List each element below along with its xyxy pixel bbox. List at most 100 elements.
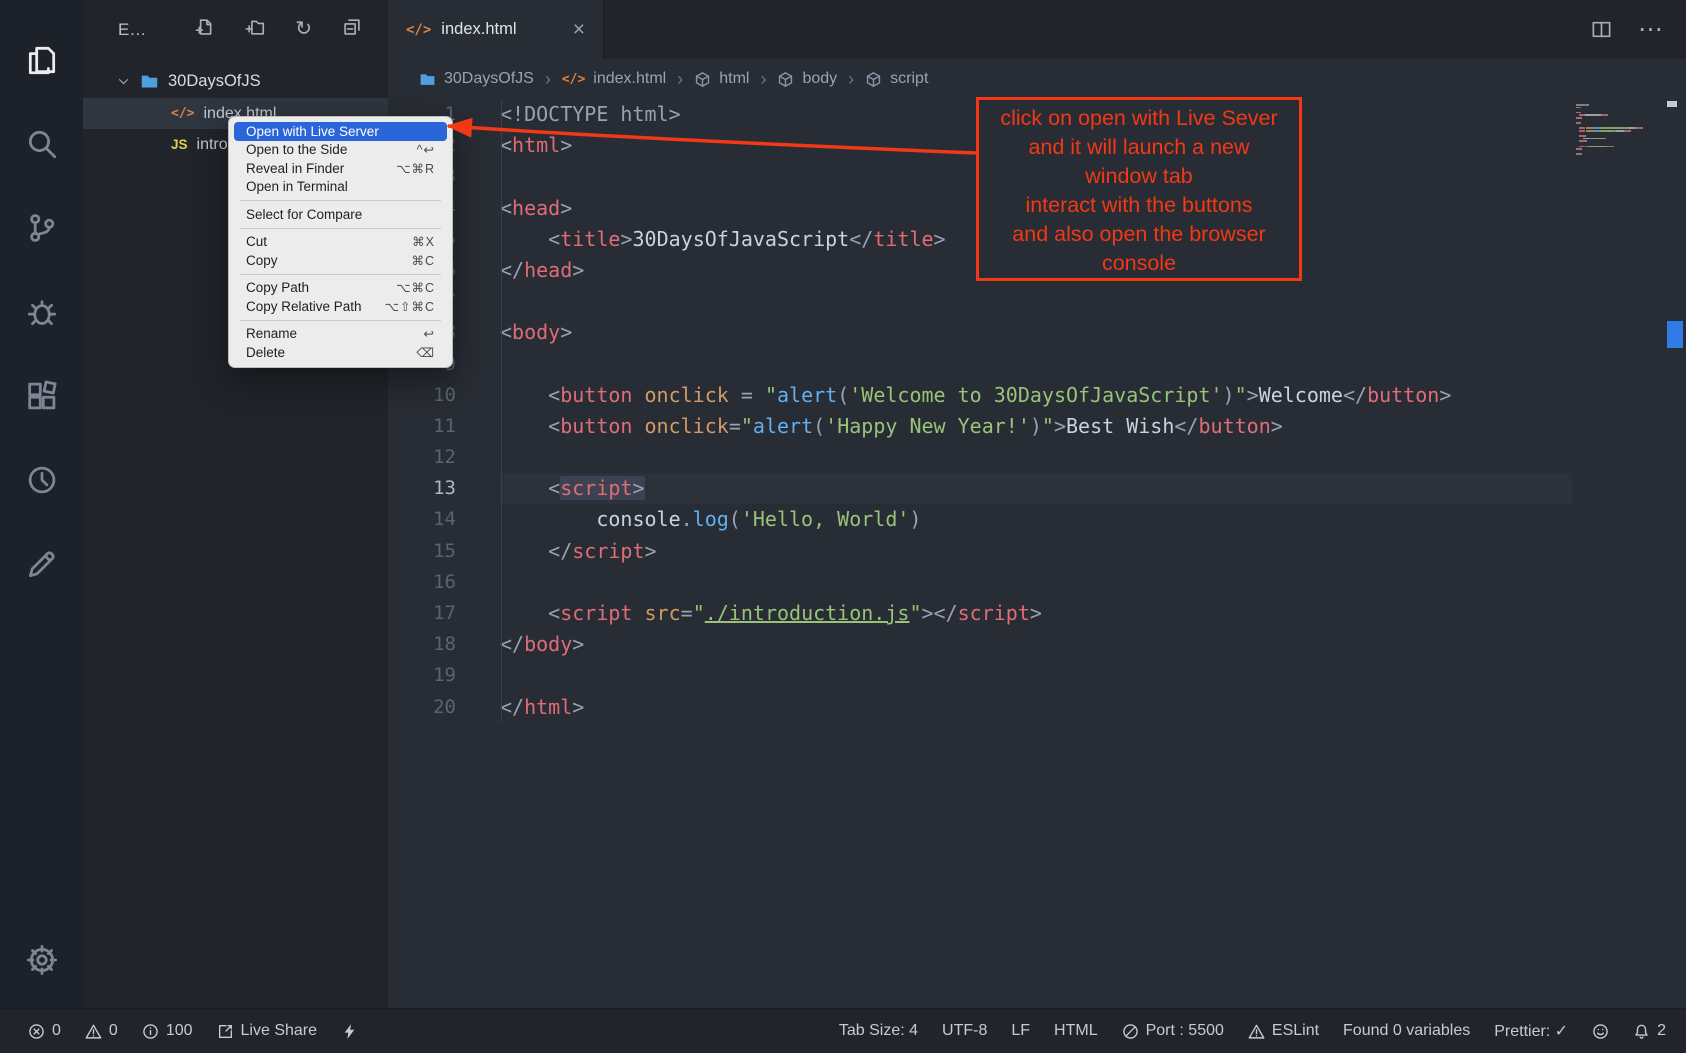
annotation-text-line: click on open with Live Sever (979, 104, 1299, 133)
activity-item-run-debug[interactable] (0, 270, 83, 354)
tab-close-icon[interactable]: × (573, 18, 585, 42)
status-warnings[interactable]: 0 (73, 1009, 130, 1053)
menu-item-reveal-in-finder[interactable]: Reveal in Finder ⌥⌘R (234, 159, 447, 178)
split-editor-icon[interactable] (1591, 19, 1612, 40)
status-tab-size[interactable]: Tab Size: 4 (827, 1009, 930, 1053)
new-file-button[interactable] (195, 17, 215, 43)
overview-top-marker (1667, 101, 1677, 107)
status-label: UTF-8 (942, 1022, 987, 1040)
status-eol[interactable]: LF (999, 1009, 1042, 1053)
menu-item-cut[interactable]: Cut⌘X (234, 233, 447, 252)
status-language-mode[interactable]: HTML (1042, 1009, 1110, 1053)
tab-index-html[interactable]: </>index.html× (388, 0, 604, 59)
menu-item-open-to-the-side[interactable]: Open to the Side^↩ (234, 141, 447, 160)
menu-item-open-in-terminal[interactable]: Open in Terminal (234, 178, 447, 197)
code-line-19[interactable]: 19 (388, 660, 1686, 691)
breadcrumb-separator: › (534, 69, 562, 90)
menu-item-copy[interactable]: Copy⌘C (234, 251, 447, 270)
tab-strip: </>index.html× (388, 0, 604, 59)
files-icon (25, 43, 59, 77)
breadcrumb-30daysofjs[interactable]: 30DaysOfJS (419, 70, 534, 88)
status-feedback[interactable] (1580, 1009, 1621, 1053)
menu-item-label: Copy Relative Path (246, 299, 362, 314)
code-text: console.log('Hello, World') (500, 504, 1572, 535)
code-line-14[interactable]: 14 console.log('Hello, World') (388, 504, 1686, 535)
status-errors[interactable]: 0 (16, 1009, 73, 1053)
status-live-server-bolt[interactable] (329, 1009, 370, 1053)
activity-item-explorer[interactable] (0, 18, 83, 102)
vscode-window: E… ↻ 30DaysOfJS </>index.htmlJSintroduct… (0, 0, 1686, 1053)
minimap-line (1576, 127, 1658, 129)
activity-item-source-control[interactable] (0, 186, 83, 270)
status-notifications[interactable]: 2 (1621, 1009, 1678, 1053)
refresh-explorer-button[interactable]: ↻ (295, 18, 312, 41)
activity-item-extensions[interactable] (0, 354, 83, 438)
code-line-13[interactable]: 13 <script> (388, 473, 1686, 504)
folder-icon (140, 72, 159, 91)
breadcrumb-html[interactable]: html (694, 70, 749, 88)
collapse-folders-button[interactable] (342, 17, 362, 43)
breadcrumb-label: 30DaysOfJS (444, 70, 534, 88)
status-port[interactable]: Port : 5500 (1110, 1009, 1236, 1053)
tree-root-folder[interactable]: 30DaysOfJS (83, 65, 388, 98)
line-number: 12 (388, 442, 500, 473)
status-info[interactable]: 100 (130, 1009, 205, 1053)
code-line-20[interactable]: 20</html> (388, 692, 1686, 723)
new-folder-button[interactable] (245, 17, 265, 43)
menu-item-label: Reveal in Finder (246, 161, 344, 176)
menu-item-open-with-live-server[interactable]: Open with Live Server (234, 122, 447, 141)
status-variables[interactable]: Found 0 variables (1331, 1009, 1482, 1053)
code-line-12[interactable]: 12 (388, 442, 1686, 473)
minimap[interactable] (1576, 104, 1658, 156)
menu-item-copy-relative-path[interactable]: Copy Relative Path⌥⇧⌘C (234, 297, 447, 316)
menu-item-delete[interactable]: Delete⌫ (234, 343, 447, 362)
minimap-line (1576, 109, 1658, 111)
breadcrumb-index-html[interactable]: </>index.html (562, 70, 666, 88)
status-eslint[interactable]: ESLint (1236, 1009, 1331, 1053)
status-prettier[interactable]: Prettier: ✓ (1482, 1009, 1580, 1053)
menu-item-rename[interactable]: Rename ↩ (234, 325, 447, 344)
activity-item-history[interactable] (0, 438, 83, 522)
code-text: </html> (500, 692, 1572, 723)
code-line-9[interactable]: 9 (388, 349, 1686, 380)
code-line-11[interactable]: 11 <button onclick="alert('Happy New Yea… (388, 411, 1686, 442)
activity-item-search[interactable] (0, 102, 83, 186)
menu-item-select-for-compare[interactable]: Select for Compare (234, 205, 447, 224)
code-line-18[interactable]: 18</body> (388, 629, 1686, 660)
line-number: 14 (388, 504, 500, 535)
cube-icon (865, 71, 882, 88)
menu-item-copy-path[interactable]: Copy Path⌥⌘C (234, 279, 447, 298)
status-label: 0 (109, 1022, 118, 1040)
code-line-10[interactable]: 10 <button onclick = "alert('Welcome to … (388, 380, 1686, 411)
smiley-icon (1592, 1023, 1609, 1040)
menu-item-label: Rename (246, 326, 297, 341)
minimap-line (1576, 122, 1658, 124)
status-bar-right: Tab Size: 4 UTF-8 LFHTMLPort : 5500ESLintF… (827, 1009, 1678, 1053)
menu-shortcut: ↩ (424, 326, 435, 341)
code-line-7[interactable]: 7 (388, 286, 1686, 317)
activity-item-settings[interactable] (0, 918, 83, 1002)
code-line-8[interactable]: 8<body> (388, 317, 1686, 348)
minimap-line (1576, 107, 1658, 109)
code-text: <script src="./introduction.js"></script… (500, 598, 1572, 629)
activity-item-draw[interactable] (0, 522, 83, 606)
status-encoding[interactable]: UTF-8 (930, 1009, 999, 1053)
code-text: </script> (500, 536, 1572, 567)
more-actions-icon[interactable]: ⋯ (1638, 17, 1664, 42)
breadcrumb-body[interactable]: body (777, 70, 837, 88)
breadcrumb-script[interactable]: script (865, 70, 928, 88)
code-line-15[interactable]: 15 </script> (388, 536, 1686, 567)
annotation-text-line: window tab (979, 162, 1299, 191)
line-number: 16 (388, 567, 500, 598)
status-live-share[interactable]: Live Share (205, 1009, 330, 1053)
code-line-16[interactable]: 16 (388, 567, 1686, 598)
tab-bar-actions: ⋯ (1591, 0, 1686, 59)
line-number: 15 (388, 536, 500, 567)
code-line-17[interactable]: 17 <script src="./introduction.js"></scr… (388, 598, 1686, 629)
menu-item-label: Open to the Side (246, 142, 347, 157)
menu-shortcut: ⌥⌘R (396, 161, 435, 176)
pen-icon (25, 547, 59, 581)
minimap-line (1576, 112, 1658, 114)
menu-shortcut: ⌘C (411, 253, 435, 268)
overview-ruler (1662, 99, 1686, 1008)
